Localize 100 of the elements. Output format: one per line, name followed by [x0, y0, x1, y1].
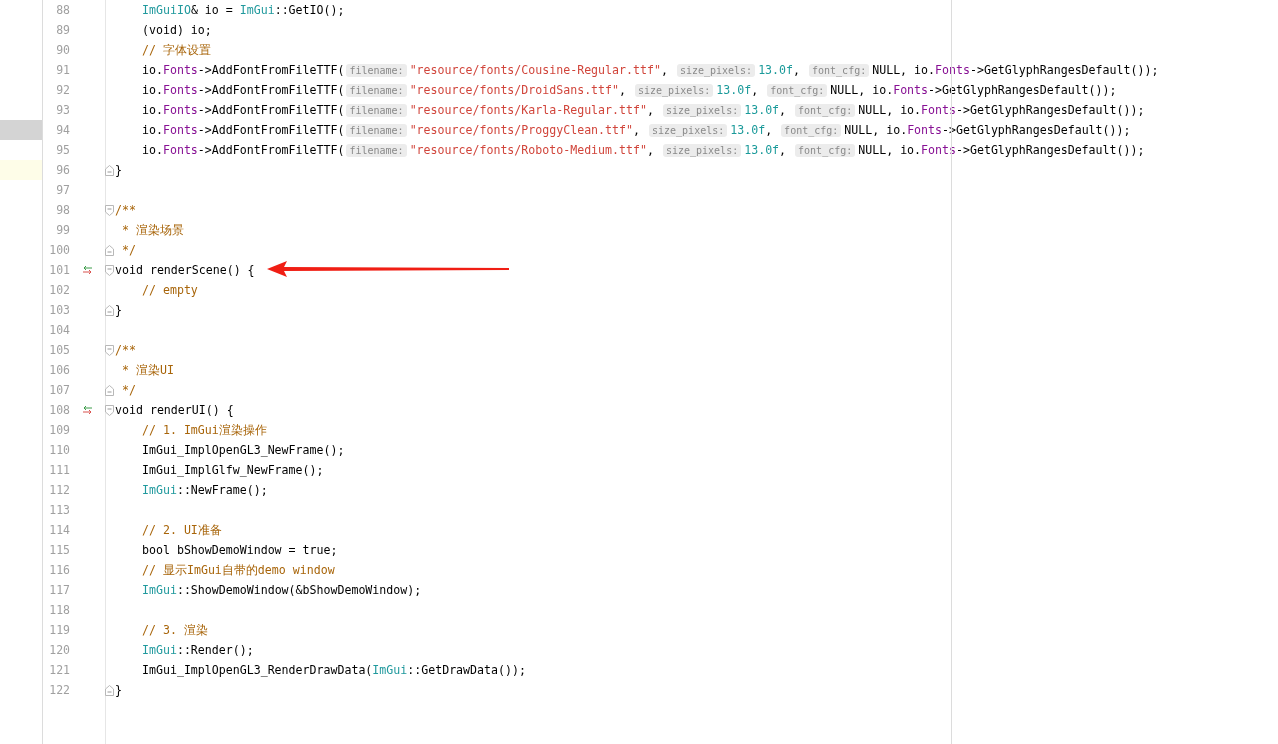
code-text: NULL, io.	[858, 143, 922, 157]
code-text: io.	[142, 83, 163, 97]
fold-end-icon[interactable]	[104, 684, 114, 696]
code-text: ImGui	[372, 663, 408, 677]
parameter-hint: size_pixels:	[649, 123, 728, 137]
line-number: 122	[49, 683, 70, 697]
line-number: 108	[49, 403, 70, 417]
line-number: 91	[56, 63, 70, 77]
line-number: 93	[56, 103, 70, 117]
code-text: Fonts	[935, 63, 970, 77]
fold-collapse-icon[interactable]	[104, 204, 114, 216]
line-number: 106	[49, 363, 70, 377]
line-number: 95	[56, 143, 70, 157]
code-text: NULL, io.	[872, 63, 936, 77]
line-number: 121	[49, 663, 70, 677]
swap-arrows-icon[interactable]	[81, 265, 93, 275]
code-text: ,	[751, 83, 760, 97]
code-text: }	[115, 163, 122, 177]
code-text: "resource/fonts/DroidSans.ttf"	[409, 83, 620, 97]
code-text: 13.0f	[744, 143, 780, 157]
parameter-hint: font_cfg:	[795, 103, 856, 117]
code-text: ->AddFontFromFileTTF(	[197, 143, 345, 157]
line-number: 110	[49, 443, 70, 457]
code-comment: // 字体设置	[142, 42, 211, 58]
code-text: ->GetGlyphRangesDefault());	[956, 103, 1145, 117]
fold-collapse-icon[interactable]	[104, 404, 114, 416]
code-text: ,	[619, 83, 628, 97]
code-text: ,	[793, 63, 802, 77]
code-text: ->AddFontFromFileTTF(	[197, 83, 345, 97]
code-text: ImGui_ImplOpenGL3_RenderDrawData(	[142, 663, 373, 677]
code-text: ->AddFontFromFileTTF(	[197, 123, 345, 137]
code-text: & io =	[190, 3, 234, 17]
line-number: 103	[49, 303, 70, 317]
line-number: 104	[49, 323, 70, 337]
code-text: NULL, io.	[830, 83, 894, 97]
code-text: ->AddFontFromFileTTF(	[197, 103, 345, 117]
line-number: 94	[56, 123, 70, 137]
fold-end-icon[interactable]	[104, 304, 114, 316]
code-text: 13.0f	[716, 83, 752, 97]
parameter-hint: filename:	[346, 63, 407, 77]
line-number: 109	[49, 423, 70, 437]
code-text: ,	[779, 103, 788, 117]
code-comment: * 渲染场景	[120, 222, 184, 238]
code-text: ImGui_ImplGlfw_NewFrame();	[142, 463, 324, 477]
fold-collapse-icon[interactable]	[104, 344, 114, 356]
code-text: 13.0f	[744, 103, 780, 117]
swap-arrows-icon[interactable]	[81, 405, 93, 415]
code-text: (void) io;	[142, 23, 212, 37]
code-text: ,	[633, 123, 641, 137]
code-comment: // 1. ImGui渲染操作	[142, 422, 267, 438]
line-number: 88	[56, 3, 70, 17]
code-comment: // 3. 渲染	[142, 622, 208, 638]
line-number: 119	[49, 623, 70, 637]
parameter-hint: filename:	[346, 143, 407, 157]
line-number: 120	[49, 643, 70, 657]
parameter-hint: filename:	[346, 83, 407, 97]
parameter-hint: size_pixels:	[662, 143, 742, 157]
fold-end-icon[interactable]	[104, 164, 114, 176]
code-text: ::Render();	[176, 643, 254, 657]
code-text: Fonts	[162, 63, 198, 77]
code-text: io.	[142, 63, 163, 77]
code-text: }	[115, 683, 122, 697]
line-number: 97	[56, 183, 70, 197]
line-number: 89	[56, 23, 70, 37]
code-text: NULL, io.	[844, 123, 908, 137]
code-text: "resource/fonts/ProggyClean.ttf"	[409, 123, 633, 137]
parameter-hint: font_cfg:	[795, 143, 856, 157]
parameter-hint: font_cfg:	[767, 83, 828, 97]
line-number: 101	[49, 263, 70, 277]
code-text: Fonts	[907, 123, 943, 137]
line-number: 92	[56, 83, 70, 97]
line-number: 117	[49, 583, 70, 597]
line-number: 107	[49, 383, 70, 397]
fold-end-icon[interactable]	[104, 244, 114, 256]
code-comment: */	[120, 243, 136, 257]
code-text: Fonts	[893, 83, 929, 97]
line-number: 118	[49, 603, 70, 617]
code-text: ->GetGlyphRangesDefault());	[956, 143, 1145, 157]
code-text: ::GetIO();	[274, 3, 345, 17]
code-text: void renderScene() {	[115, 263, 255, 277]
parameter-hint: size_pixels:	[635, 83, 714, 97]
code-text: "resource/fonts/Karla-Regular.ttf"	[409, 103, 647, 117]
code-text: ImGui_ImplOpenGL3_NewFrame();	[142, 443, 345, 457]
code-text: ,	[779, 143, 788, 157]
code-text: ImGui	[142, 483, 177, 497]
code-text: 13.0f	[758, 63, 794, 77]
fold-end-icon[interactable]	[104, 384, 114, 396]
code-text: ::ShowDemoWindow(&bShowDemoWindow);	[176, 583, 422, 597]
line-number: 98	[56, 203, 70, 217]
code-text: Fonts	[162, 83, 198, 97]
code-text: ,	[660, 63, 669, 77]
code-text: void renderUI() {	[115, 403, 234, 417]
fold-collapse-icon[interactable]	[104, 264, 114, 276]
code-comment: /**	[115, 203, 136, 217]
code-text: NULL, io.	[858, 103, 922, 117]
line-number: 116	[49, 563, 70, 577]
parameter-hint: filename:	[346, 123, 407, 137]
code-text: ,	[765, 123, 774, 137]
code-text: ImGuiIO	[142, 3, 191, 17]
code-comment: // empty	[142, 283, 198, 297]
